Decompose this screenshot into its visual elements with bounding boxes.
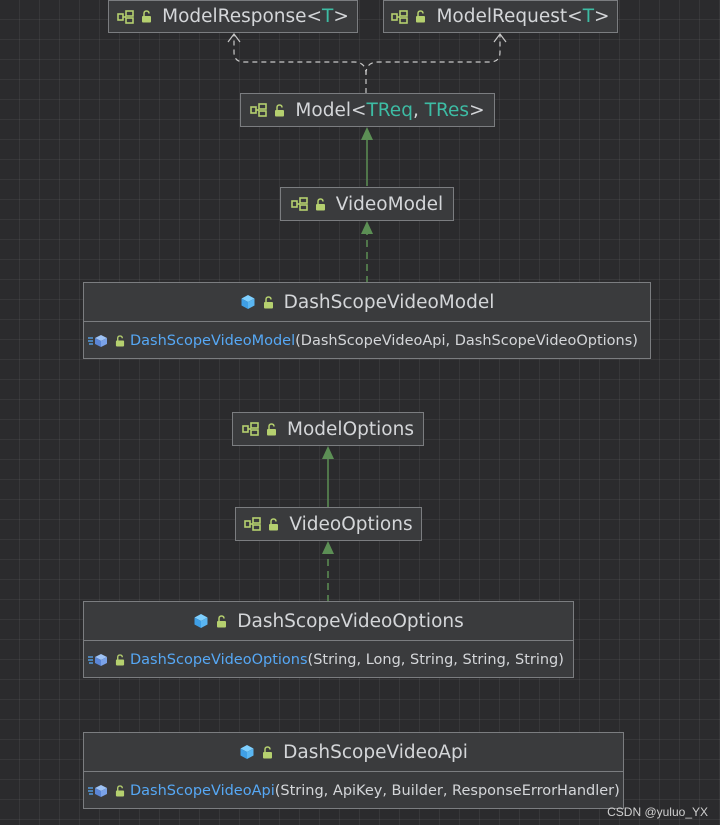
interface-icon bbox=[250, 103, 268, 117]
node-header: DashScopeVideoApi bbox=[84, 733, 623, 772]
node-header: DashScopeVideoModel bbox=[84, 283, 650, 322]
type-bracket-open: < bbox=[567, 6, 583, 27]
class-node-dashscope-video-options[interactable]: DashScopeVideoOptions DashScopeVideoOpti… bbox=[83, 601, 574, 678]
constructor-params: (String, ApiKey, Builder, ResponseErrorH… bbox=[274, 783, 620, 799]
class-node-dashscope-video-model[interactable]: DashScopeVideoModel DashScopeVideoModel(… bbox=[83, 282, 651, 359]
node-title: Model bbox=[295, 99, 351, 121]
unlock-icon bbox=[416, 10, 426, 23]
class-icon bbox=[194, 614, 208, 628]
dependency-edge-model-response bbox=[233, 35, 367, 93]
node-title: DashScopeVideoApi bbox=[283, 741, 468, 763]
class-node-dashscope-video-api[interactable]: DashScopeVideoApi DashScopeVideoApi (Stri… bbox=[83, 732, 624, 809]
node-title: DashScopeVideoOptions bbox=[237, 610, 464, 632]
type-separator: , bbox=[412, 99, 425, 121]
interface-node-model[interactable]: Model < TReq, TRes > bbox=[240, 93, 495, 127]
interface-node-video-options[interactable]: VideoOptions bbox=[235, 507, 422, 541]
implements-arrowhead-videomodel bbox=[361, 221, 373, 234]
constructor-icon bbox=[88, 785, 107, 797]
node-header: ModelRequest < T > bbox=[384, 1, 617, 32]
node-title: ModelResponse bbox=[162, 6, 307, 27]
constructor-row[interactable]: DashScopeVideoModel (DashScopeVideoApi, D… bbox=[84, 322, 650, 360]
constructor-row[interactable]: DashScopeVideoApi (String, ApiKey, Builde… bbox=[84, 772, 623, 810]
interface-icon bbox=[242, 422, 259, 436]
constructor-row[interactable]: DashScopeVideoOptions (String, Long, Stri… bbox=[84, 641, 573, 679]
unlock-icon bbox=[315, 197, 325, 210]
unlock-icon bbox=[115, 335, 125, 347]
unlock-icon bbox=[115, 785, 125, 797]
interface-icon bbox=[244, 517, 262, 531]
constructor-name: DashScopeVideoApi bbox=[130, 783, 275, 799]
node-header: ModelResponse < T > bbox=[109, 1, 357, 32]
type-parameter-1: TReq bbox=[366, 99, 413, 121]
constructor-params: (DashScopeVideoApi, DashScopeVideoOption… bbox=[295, 333, 638, 349]
interface-node-video-model[interactable]: VideoModel bbox=[280, 187, 454, 221]
type-parameter-2: TRes bbox=[424, 99, 470, 121]
unlock-icon bbox=[217, 614, 227, 627]
interface-icon bbox=[290, 197, 308, 211]
node-header: DashScopeVideoOptions bbox=[84, 602, 573, 641]
type-bracket-open: < bbox=[350, 99, 367, 121]
unlock-icon bbox=[269, 517, 279, 530]
interface-node-model-options[interactable]: ModelOptions bbox=[232, 412, 424, 446]
node-title: ModelOptions bbox=[287, 418, 414, 440]
interface-node-model-request[interactable]: ModelRequest < T > bbox=[383, 0, 618, 33]
extends-arrowhead-modeloptions bbox=[322, 446, 334, 459]
unlock-icon bbox=[267, 422, 277, 435]
unlock-icon bbox=[115, 654, 125, 666]
type-parameter: T bbox=[582, 6, 594, 27]
node-title: VideoOptions bbox=[289, 513, 413, 535]
class-icon bbox=[241, 295, 255, 309]
constructor-name: DashScopeVideoOptions bbox=[130, 652, 308, 668]
type-bracket-close: > bbox=[333, 6, 349, 27]
type-bracket-close: > bbox=[469, 99, 485, 121]
unlock-icon bbox=[263, 745, 273, 758]
watermark: CSDN @yuluo_YX bbox=[607, 805, 708, 819]
dependency-edge-model-request bbox=[365, 35, 501, 75]
unlock-icon bbox=[263, 295, 273, 308]
node-title: VideoModel bbox=[335, 193, 444, 215]
node-header: VideoModel bbox=[281, 188, 453, 220]
node-header: VideoOptions bbox=[236, 508, 421, 540]
node-title: ModelRequest bbox=[436, 6, 568, 27]
interface-node-model-response[interactable]: ModelResponse < T > bbox=[108, 0, 358, 33]
node-header: ModelOptions bbox=[233, 413, 423, 445]
extends-arrowhead-model bbox=[361, 127, 373, 140]
class-icon bbox=[240, 745, 254, 759]
constructor-icon bbox=[88, 335, 107, 347]
interface-icon bbox=[117, 9, 134, 24]
unlock-icon bbox=[275, 103, 285, 116]
interface-icon bbox=[391, 9, 409, 24]
constructor-icon bbox=[88, 654, 107, 666]
type-bracket-close: > bbox=[594, 6, 610, 27]
constructor-name: DashScopeVideoModel bbox=[130, 333, 296, 349]
unlock-icon bbox=[142, 10, 152, 23]
type-parameter: T bbox=[322, 6, 334, 27]
constructor-params: (String, Long, String, String, String) bbox=[307, 652, 564, 668]
node-title: DashScopeVideoModel bbox=[283, 291, 495, 313]
implements-arrowhead-videooptions bbox=[322, 541, 334, 554]
type-bracket-open: < bbox=[306, 6, 323, 27]
node-header: Model < TReq, TRes > bbox=[241, 94, 494, 126]
